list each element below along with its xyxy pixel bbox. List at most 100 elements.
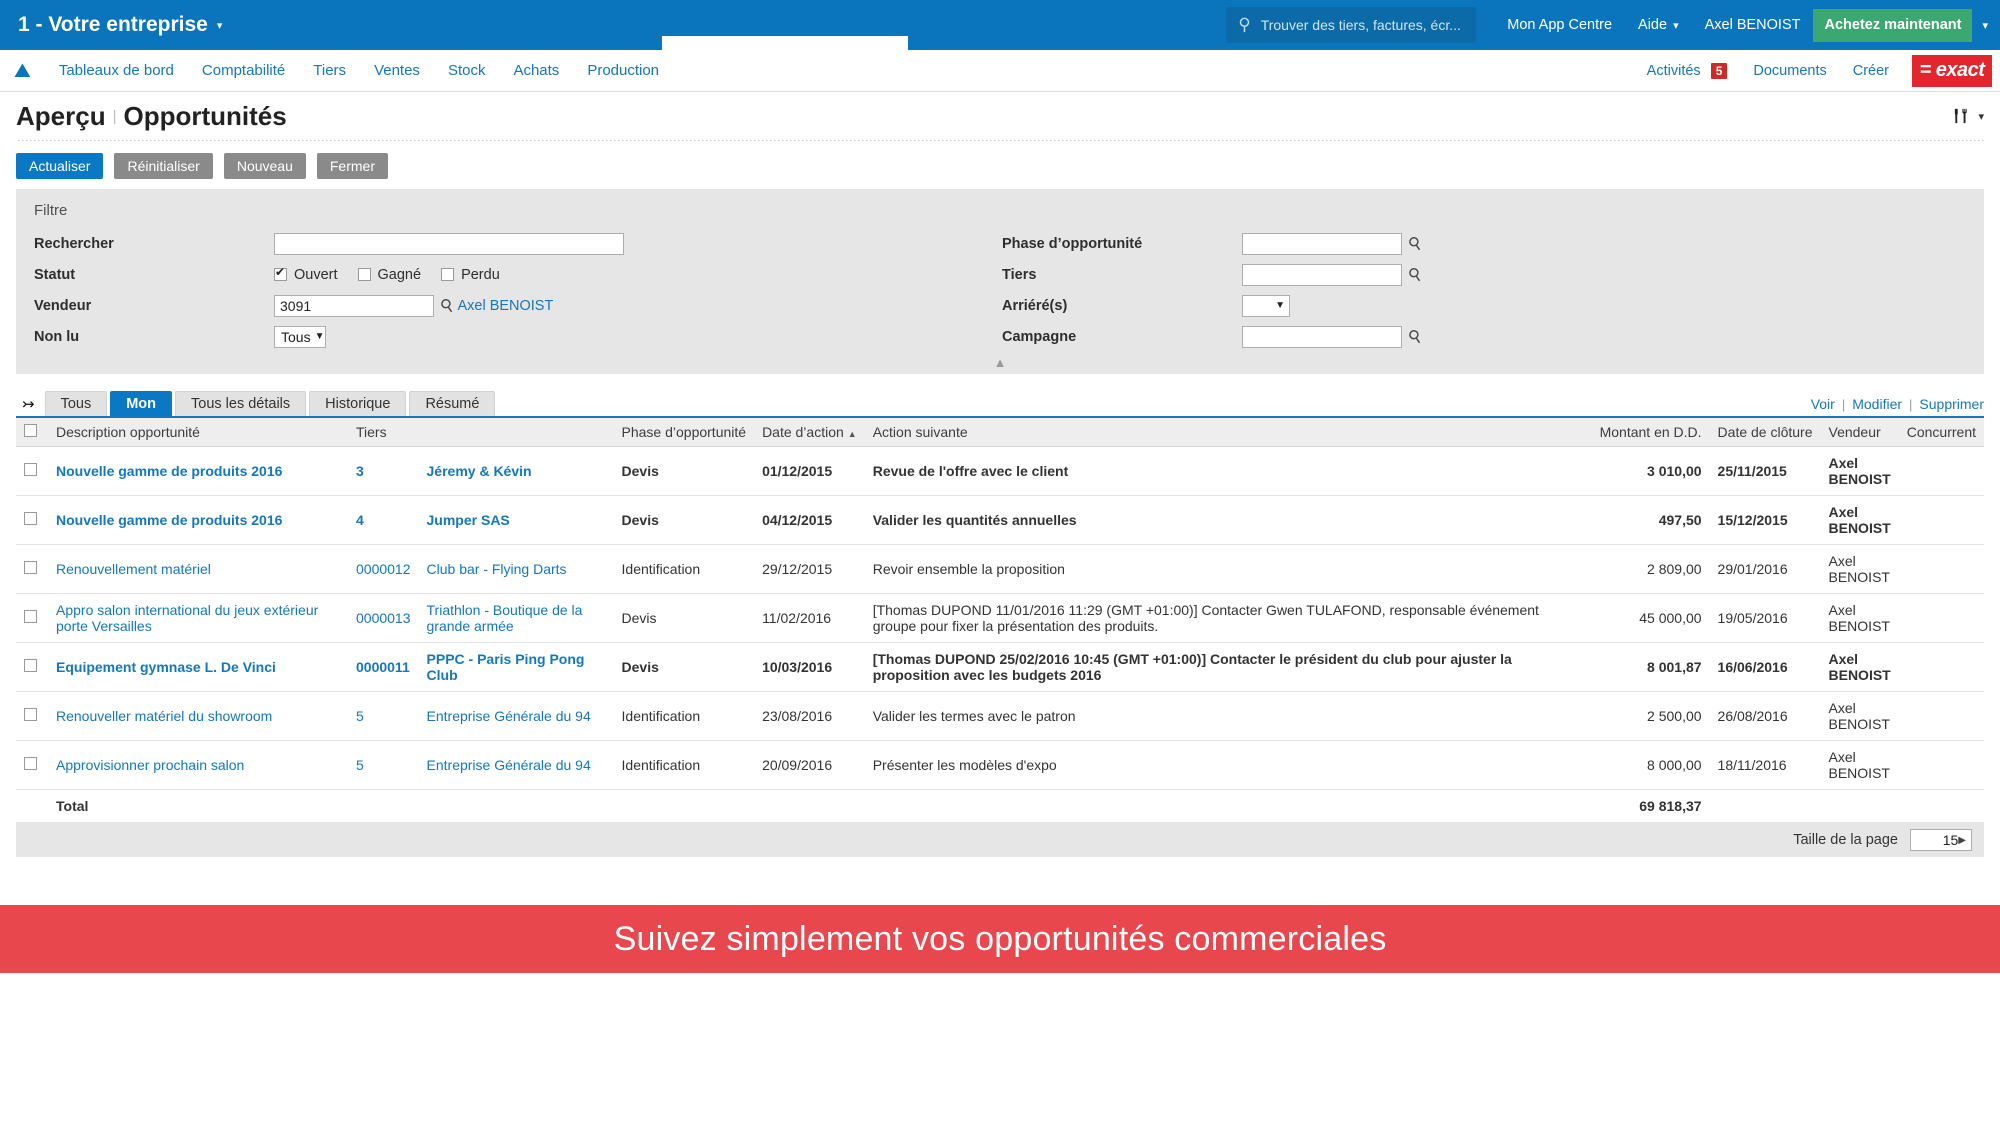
description-link[interactable]: Appro salon international du jeux extéri… <box>56 602 318 634</box>
vendor-name-link[interactable]: Axel BENOIST <box>457 298 553 314</box>
tab-historique[interactable]: Historique <box>309 391 407 416</box>
table-row[interactable]: Equipement gymnase L. De Vinci 0000011 PPP… <box>16 642 1984 692</box>
overdue-select[interactable]: ▼ <box>1242 294 1290 317</box>
checkbox-ouvert[interactable] <box>274 265 287 281</box>
settings-tools-menu[interactable]: ▾ <box>1952 107 1984 126</box>
table-row[interactable]: Renouvellement matériel 0000012 Club bar -… <box>16 544 1984 594</box>
tiers-id-link[interactable]: 0000013 <box>356 610 411 626</box>
help-link[interactable]: Aide ▾ <box>1625 17 1692 33</box>
col-next-action[interactable]: Action suivante <box>864 418 1592 447</box>
status-option-gagne[interactable]: Gagné <box>357 267 421 283</box>
user-menu[interactable]: Axel BENOIST <box>1692 17 1814 33</box>
action-supprimer[interactable]: Supprimer <box>1919 396 1984 412</box>
tiers-id-link[interactable]: 3 <box>356 463 364 479</box>
tiers-name-link[interactable]: Jumper SAS <box>427 512 510 528</box>
checkbox-gagne[interactable] <box>357 268 371 281</box>
tiers-name-link[interactable]: Club bar - Flying Darts <box>427 561 567 577</box>
checkbox-row-select[interactable] <box>24 561 37 574</box>
vendor-lookup-icon[interactable]: ⚲ <box>437 294 458 317</box>
search-input[interactable] <box>274 232 624 255</box>
tiers-id-link[interactable]: 5 <box>356 757 364 773</box>
new-button[interactable]: Nouveau <box>223 153 306 179</box>
table-row[interactable]: Nouvelle gamme de produits 2016 3 Jéremy &… <box>16 446 1984 496</box>
exact-logo[interactable]: = exact <box>1912 54 1992 87</box>
app-centre-link[interactable]: Mon App Centre <box>1494 17 1625 33</box>
status-option-ouvert[interactable]: Ouvert <box>274 265 338 283</box>
col-amount[interactable]: Montant en D.D. <box>1591 418 1710 447</box>
nav-item-production[interactable]: Production <box>573 62 673 79</box>
tiers-input[interactable] <box>1242 263 1402 286</box>
tab-tous[interactable]: Tous <box>44 391 108 416</box>
phase-lookup-icon[interactable]: ⚲ <box>1405 232 1426 255</box>
tiers-name-link[interactable]: Entreprise Générale du 94 <box>427 708 591 724</box>
checkbox-row-select[interactable] <box>24 659 37 672</box>
col-vendor[interactable]: Vendeur <box>1820 418 1899 447</box>
description-link[interactable]: Equipement gymnase L. De Vinci <box>56 659 276 675</box>
col-phase[interactable]: Phase d’opportunité <box>613 418 755 447</box>
description-link[interactable]: Renouveller matériel du showroom <box>56 708 272 724</box>
tiers-lookup-icon[interactable]: ⚲ <box>1405 263 1426 286</box>
nav-item-stock[interactable]: Stock <box>434 62 500 79</box>
nav-item-purchases[interactable]: Achats <box>499 62 573 79</box>
col-close-date[interactable]: Date de clôture <box>1709 418 1821 447</box>
row-select-cell[interactable] <box>16 642 48 692</box>
nav-item-accounting[interactable]: Comptabilité <box>188 62 299 79</box>
checkbox-row-select[interactable] <box>24 463 37 476</box>
campaign-input[interactable] <box>1242 325 1402 348</box>
tiers-name-link[interactable]: Entreprise Générale du 94 <box>427 757 591 773</box>
buy-now-button[interactable]: Achetez maintenant <box>1813 8 1973 42</box>
table-row[interactable]: Approvisionner prochain salon 5 Entreprise… <box>16 740 1984 790</box>
description-link[interactable]: Approvisionner prochain salon <box>56 757 244 773</box>
close-button[interactable]: Fermer <box>316 153 388 179</box>
row-select-cell[interactable] <box>16 593 48 643</box>
row-select-cell[interactable] <box>16 740 48 790</box>
action-voir[interactable]: Voir <box>1811 396 1835 412</box>
col-description[interactable]: Description opportunité <box>48 418 348 447</box>
col-tiers-id[interactable]: Tiers <box>348 418 419 447</box>
checkbox-row-select[interactable] <box>24 708 37 721</box>
nav-item-dashboards[interactable]: Tableaux de bord <box>45 62 188 79</box>
tab-tous-les-details[interactable]: Tous les détails <box>175 391 307 416</box>
checkbox-row-select[interactable] <box>24 512 37 525</box>
tiers-id-link[interactable]: 5 <box>356 708 364 724</box>
nav-item-activities[interactable]: Activités 5 <box>1634 62 1741 79</box>
checkbox-row-select[interactable] <box>24 757 37 770</box>
tiers-name-link[interactable]: Jéremy & Kévin <box>427 463 532 479</box>
checkbox-row-select[interactable] <box>24 610 37 623</box>
tab-mon[interactable]: Mon <box>110 391 173 416</box>
filter-collapse-toggle[interactable]: ▲ <box>16 352 1984 369</box>
tiers-id-link[interactable]: 0000011 <box>356 659 410 675</box>
checkbox-perdu[interactable] <box>441 268 455 281</box>
pin-icon[interactable]: ↣ <box>16 395 45 416</box>
home-icon[interactable]: ⛰ <box>14 61 31 81</box>
col-action-date[interactable]: Date d’action ▲ <box>754 418 865 447</box>
description-link[interactable]: Nouvelle gamme de produits 2016 <box>56 512 282 528</box>
reset-button[interactable]: Réinitialiser <box>114 153 213 179</box>
company-switcher[interactable]: 1 - Votre entreprise ▾ <box>18 13 222 37</box>
chevron-down-icon[interactable]: ▾ <box>1972 19 2000 32</box>
unread-select[interactable]: Tous ▼ <box>274 325 326 348</box>
nav-item-sales[interactable]: Ventes <box>360 62 434 79</box>
tiers-id-link[interactable]: 4 <box>356 512 364 528</box>
nav-item-create[interactable]: Créer <box>1840 63 1902 79</box>
description-link[interactable]: Renouvellement matériel <box>56 561 211 577</box>
refresh-button[interactable]: Actualiser <box>16 153 104 179</box>
tiers-id-link[interactable]: 0000012 <box>356 561 411 577</box>
action-modifier[interactable]: Modifier <box>1852 396 1902 412</box>
tiers-name-link[interactable]: PPPC - Paris Ping Pong Club <box>427 651 585 683</box>
row-select-cell[interactable] <box>16 446 48 496</box>
row-select-cell[interactable] <box>16 495 48 545</box>
global-search[interactable]: ⚲ Trouver des tiers, factures, écr... <box>1226 7 1477 43</box>
status-option-perdu[interactable]: Perdu <box>441 267 500 283</box>
row-select-cell[interactable] <box>16 691 48 741</box>
campaign-lookup-icon[interactable]: ⚲ <box>1405 325 1426 348</box>
description-link[interactable]: Nouvelle gamme de produits 2016 <box>56 463 282 479</box>
table-row[interactable]: Appro salon international du jeux extéri… <box>16 593 1984 643</box>
tiers-name-link[interactable]: Triathlon - Boutique de la grande armée <box>427 602 583 634</box>
table-row[interactable]: Renouveller matériel du showroom 5 Entrepr… <box>16 691 1984 741</box>
vendor-input[interactable] <box>274 294 434 317</box>
tab-resume[interactable]: Résumé <box>409 391 496 416</box>
table-row[interactable]: Nouvelle gamme de produits 2016 4 Jumper S… <box>16 495 1984 545</box>
checkbox-select-all[interactable] <box>24 424 37 437</box>
col-competitor[interactable]: Concurrent <box>1898 418 1984 447</box>
